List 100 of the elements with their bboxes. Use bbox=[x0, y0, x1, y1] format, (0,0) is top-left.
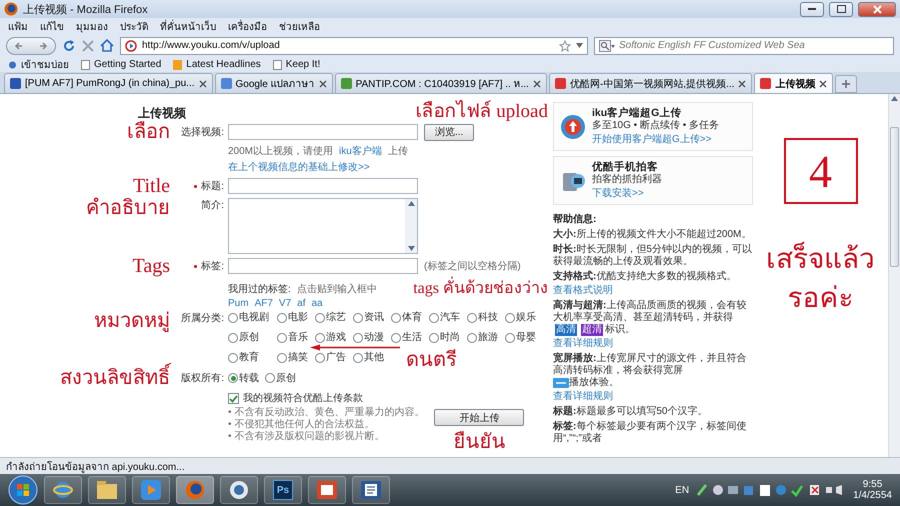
bookmark-link[interactable]: เข้าชมบ่อย bbox=[8, 57, 69, 72]
menu-item[interactable]: มุมมอง bbox=[76, 18, 108, 34]
tags-input-field[interactable] bbox=[228, 258, 418, 274]
radio-button[interactable] bbox=[277, 352, 287, 363]
browser-tab[interactable]: Google แปลภาษา bbox=[214, 73, 333, 93]
language-indicator[interactable]: EN bbox=[675, 484, 690, 496]
radio-button[interactable] bbox=[228, 352, 238, 363]
new-tab-button[interactable] bbox=[835, 75, 858, 93]
scroll-up-icon[interactable] bbox=[891, 96, 898, 101]
radio-button[interactable] bbox=[353, 332, 363, 343]
checkbox[interactable] bbox=[228, 393, 239, 404]
tag-link[interactable]: aa bbox=[311, 298, 323, 310]
reuse-link[interactable]: 在上个视频信息的基础上修改>> bbox=[228, 160, 370, 174]
taskbar-app[interactable] bbox=[308, 476, 346, 504]
category-option[interactable]: 科技 bbox=[467, 311, 500, 324]
category-option[interactable]: 教育 bbox=[228, 351, 272, 364]
search-field[interactable]: Softonic English FF Customized Web Sea bbox=[594, 36, 894, 54]
back-forward-button[interactable] bbox=[6, 36, 56, 54]
search-icon[interactable] bbox=[599, 40, 615, 52]
radio-button[interactable] bbox=[228, 312, 238, 323]
tag-link[interactable]: V7 bbox=[278, 298, 292, 310]
category-option[interactable]: 原创 bbox=[228, 331, 272, 344]
address-bar[interactable]: http://www.youku.com/v/upload bbox=[120, 36, 588, 54]
category-option[interactable]: 动漫 bbox=[353, 331, 386, 344]
category-option[interactable]: 电视剧 bbox=[228, 311, 272, 324]
description-textarea[interactable] bbox=[228, 198, 418, 254]
help-link[interactable]: 查看详细规则 bbox=[553, 389, 753, 403]
dropdown-icon[interactable] bbox=[576, 43, 583, 48]
radio-button[interactable] bbox=[277, 332, 287, 343]
radio-button[interactable] bbox=[505, 312, 515, 323]
radio-button[interactable] bbox=[228, 373, 238, 384]
bookmark-link[interactable]: Latest Headlines bbox=[173, 59, 261, 70]
category-option[interactable]: 娱乐 bbox=[505, 311, 538, 324]
taskbar-app[interactable]: Ps bbox=[264, 476, 302, 504]
browser-tab[interactable]: 优酷网-中国第一视频网站,提供视频... bbox=[548, 73, 752, 93]
radio-button[interactable] bbox=[353, 312, 363, 323]
menu-item[interactable]: ช่วยเหลือ bbox=[279, 18, 320, 34]
category-option[interactable]: 其他 bbox=[353, 351, 386, 364]
radio-button[interactable] bbox=[353, 352, 363, 363]
radio-button[interactable] bbox=[505, 332, 515, 343]
category-option[interactable]: 电影 bbox=[277, 311, 310, 324]
help-link[interactable]: 查看详细规则 bbox=[553, 336, 753, 350]
tag-link[interactable]: af bbox=[297, 298, 306, 310]
agree-checkbox[interactable]: 我的视频符合优酷上传条款 bbox=[228, 392, 363, 406]
scrollbar[interactable] bbox=[888, 94, 900, 457]
close-icon[interactable] bbox=[318, 80, 327, 88]
taskbar-app[interactable] bbox=[352, 476, 390, 504]
browser-tab[interactable]: PANTIP.COM : C10403919 [AF7] .. ห... bbox=[334, 73, 547, 93]
minimize-button[interactable] bbox=[800, 2, 824, 16]
menu-item[interactable]: ที่คั่นหน้าเว็บ bbox=[160, 18, 216, 34]
category-option[interactable]: 汽车 bbox=[429, 311, 462, 324]
radio-button[interactable] bbox=[228, 332, 238, 343]
client-link[interactable]: iku客户端 bbox=[339, 144, 382, 158]
radio-button[interactable] bbox=[467, 332, 477, 343]
browser-tab[interactable]: [PUM AF7] PumRongJ (in china)_pu... bbox=[4, 73, 213, 93]
radio-button[interactable] bbox=[429, 332, 439, 343]
radio-button[interactable] bbox=[315, 352, 325, 363]
home-icon[interactable] bbox=[100, 39, 114, 52]
category-option[interactable]: 母婴 bbox=[505, 331, 538, 344]
submit-button[interactable]: 开始上传 bbox=[434, 409, 524, 426]
title-input-field[interactable] bbox=[228, 178, 418, 194]
scroll-up-icon[interactable] bbox=[408, 201, 414, 206]
close-icon[interactable] bbox=[198, 80, 207, 88]
category-option[interactable]: 资讯 bbox=[353, 311, 386, 324]
taskbar-app[interactable] bbox=[176, 476, 214, 504]
radio-button[interactable] bbox=[391, 312, 401, 323]
close-icon[interactable] bbox=[738, 80, 746, 88]
maximize-button[interactable] bbox=[829, 2, 853, 16]
start-button[interactable] bbox=[8, 475, 38, 505]
menu-item[interactable]: แฟ้ม bbox=[8, 18, 28, 34]
tag-link[interactable]: Pum bbox=[228, 298, 249, 310]
radio-button[interactable] bbox=[429, 312, 439, 323]
help-link[interactable]: 查看格式说明 bbox=[553, 283, 753, 297]
reload-icon[interactable] bbox=[62, 38, 76, 52]
category-option[interactable]: 广告 bbox=[315, 351, 348, 364]
browse-button[interactable]: 浏览... bbox=[424, 124, 474, 140]
close-button[interactable] bbox=[858, 2, 896, 16]
star-icon[interactable] bbox=[559, 40, 571, 52]
category-option[interactable]: 综艺 bbox=[315, 311, 348, 324]
taskbar-app[interactable] bbox=[88, 476, 126, 504]
stop-icon[interactable] bbox=[82, 40, 94, 52]
bookmark-link[interactable]: Getting Started bbox=[81, 59, 162, 70]
category-option[interactable]: 游戏 bbox=[315, 331, 348, 344]
menu-item[interactable]: แก้ไข bbox=[40, 18, 64, 34]
copyright-option[interactable]: 转载 bbox=[228, 372, 259, 385]
browser-tab[interactable]: 上传视频 bbox=[754, 73, 834, 93]
close-icon[interactable] bbox=[819, 80, 828, 88]
bookmark-link[interactable]: Keep It! bbox=[272, 59, 320, 70]
taskbar-app[interactable] bbox=[220, 476, 258, 504]
radio-button[interactable] bbox=[277, 312, 287, 323]
category-option[interactable]: 音乐 bbox=[277, 331, 310, 344]
radio-button[interactable] bbox=[315, 312, 325, 323]
radio-button[interactable] bbox=[391, 332, 401, 343]
category-option[interactable]: 生活 bbox=[391, 331, 424, 344]
category-option[interactable]: 旅游 bbox=[467, 331, 500, 344]
taskbar-app[interactable] bbox=[44, 476, 82, 504]
taskbar-app[interactable] bbox=[132, 476, 170, 504]
radio-button[interactable] bbox=[265, 373, 275, 384]
close-icon[interactable] bbox=[532, 80, 541, 88]
scrollbar[interactable] bbox=[405, 199, 417, 253]
